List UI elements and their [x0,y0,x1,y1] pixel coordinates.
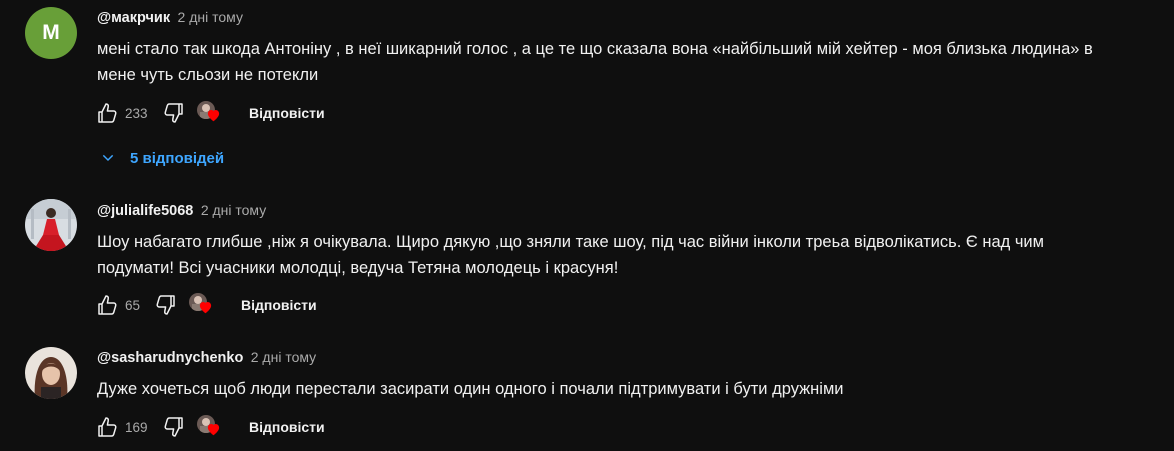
avatar[interactable] [25,199,77,251]
dislike-button[interactable] [159,99,187,127]
comment-time[interactable]: 2 дні тому [201,202,266,218]
like-count: 169 [125,419,148,435]
replies-toggle-button[interactable]: 5 відповідей [100,145,224,171]
comment-text-line: Шоу набагато глибше ,ніж я очікувала. Щи… [97,233,1044,251]
comment-time[interactable]: 2 дні тому [178,9,243,25]
comment-actions: 169 Відповісти [94,411,325,443]
comment-header: @макрчик 2 дні тому [97,9,243,27]
thumb-down-icon [164,103,183,123]
reply-button[interactable]: Відповісти [249,105,325,121]
replies-count-label: 5 відповідей [130,149,225,167]
thumb-up-icon [98,103,117,123]
thumb-down-icon [164,417,183,437]
reply-button[interactable]: Відповісти [249,419,325,435]
comment-text: Шоу набагато глибше ,ніж я очікувала. Щи… [97,229,1167,281]
comment-actions: 65 Відповісти [94,289,317,321]
comment-actions: 233 Відповісти [94,97,325,129]
comment-header: @sasharudnychenko 2 дні тому [97,349,316,367]
thumb-up-icon [98,417,117,437]
comment-text-line: Дуже хочеться щоб люди перестали засират… [97,380,844,398]
avatar-letter: M [42,21,60,44]
creator-heart-badge [195,413,225,441]
heart-icon [207,424,220,436]
comment-text: Дуже хочеться щоб люди перестали засират… [97,376,1167,402]
creator-heart-badge [187,291,217,319]
heart-icon [199,302,212,314]
avatar[interactable] [25,347,77,399]
heart-icon [207,110,220,122]
like-count: 65 [125,297,141,313]
comment-text: мені стало так шкода Антоніну , в неї ши… [97,36,1167,88]
comment-author[interactable]: @sasharudnychenko [97,350,243,366]
like-count: 233 [125,105,148,121]
like-button[interactable] [94,291,122,319]
comment-author[interactable]: @макрчик [97,10,170,26]
like-button[interactable] [94,99,122,127]
reply-button[interactable]: Відповісти [241,297,317,313]
comment-text-line: мені стало так шкода Антоніну , в неї ши… [97,40,1093,58]
creator-heart-badge [195,99,225,127]
comment-time[interactable]: 2 дні тому [251,349,316,365]
like-button[interactable] [94,413,122,441]
chevron-down-icon [100,150,116,166]
avatar[interactable]: M [25,7,77,59]
comment-text-line: мене чуть сльози не потекли [97,66,319,84]
comment-header: @julialife5068 2 дні тому [97,202,266,220]
comment-text-line: подумати! Всі учасники молодці, ведуча Т… [97,259,619,277]
thumb-down-icon [156,295,175,315]
comment-author[interactable]: @julialife5068 [97,203,193,219]
dislike-button[interactable] [151,291,179,319]
thumb-up-icon [98,295,117,315]
dislike-button[interactable] [159,413,187,441]
